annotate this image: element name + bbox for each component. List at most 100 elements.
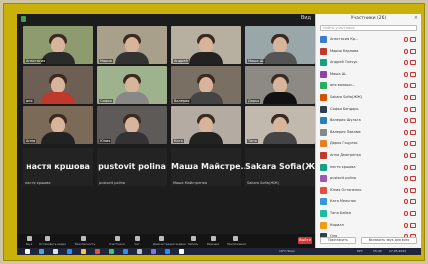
participant-row[interactable]: Валерия Шульга — [319, 115, 418, 127]
tile-label: Мария — [99, 59, 113, 63]
video-off-icon — [410, 71, 416, 77]
participant-row[interactable]: Юлия Остапенко — [319, 185, 418, 197]
participant-row[interactable]: Катя Мельник — [319, 196, 418, 208]
close-icon[interactable]: × — [414, 15, 418, 21]
participants-panel: Участники (26) × Найти участника Анастас… — [315, 14, 421, 248]
windows-taskbar: 19°C Ясно РУС 15:44 17.05.2022 — [17, 248, 421, 255]
toolbar-button[interactable]: Демонстрация экрана — [153, 236, 186, 246]
language-indicator[interactable]: РУС — [357, 249, 363, 253]
video-tile[interactable]: Валерия — [171, 66, 241, 104]
participant-name: Мария Карпова — [330, 48, 359, 53]
invite-button[interactable]: Пригласить — [320, 237, 356, 244]
video-off-icon — [410, 152, 416, 158]
taskbar-app-icon[interactable] — [179, 249, 184, 254]
taskbar-app-icon[interactable] — [67, 249, 72, 254]
taskbar-app-icon[interactable] — [53, 249, 58, 254]
muted-mic-icon — [404, 176, 408, 182]
video-tile[interactable]: Мария — [97, 26, 167, 64]
taskbar-app-icon[interactable] — [137, 249, 142, 254]
participant-row[interactable]: Дарья Гоцуляк — [319, 138, 418, 150]
tile-display-name: Маша Майстре... — [171, 162, 250, 171]
toolbar-button[interactable]: Остановить видео — [39, 236, 66, 246]
participant-row[interactable]: Мария Карпова — [319, 46, 418, 58]
participant-face — [273, 37, 287, 54]
video-off-icon — [410, 222, 416, 228]
tile-label: Софья — [99, 99, 113, 103]
video-tile[interactable]: Таня — [245, 106, 315, 144]
start-icon[interactable] — [25, 249, 30, 254]
video-tile[interactable]: Маша Ш. — [245, 26, 315, 64]
participant-row[interactable]: Sakara Sofia(ЖЖ) — [319, 92, 418, 104]
video-off-icon — [410, 141, 416, 147]
taskbar-app-icon[interactable] — [39, 249, 44, 254]
participant-row[interactable]: Маша Ш. — [319, 69, 418, 81]
participant-row[interactable]: Таня Бойко — [319, 208, 418, 220]
video-tile[interactable]: Катя — [171, 106, 241, 144]
participant-search-input[interactable]: Найти участника — [320, 25, 417, 31]
video-tile[interactable]: Анастасия — [23, 26, 93, 64]
muted-mic-icon — [404, 199, 408, 205]
participant-body — [263, 132, 297, 144]
name-only-tile[interactable]: настя кршова настя кршова — [23, 148, 93, 186]
participant-name: настя кршова — [330, 164, 356, 169]
participant-row[interactable]: Анна Дмитренко — [319, 150, 418, 162]
participant-row[interactable]: аня волоши... — [319, 80, 418, 92]
participant-row[interactable]: Кирилл — [319, 220, 418, 232]
name-only-tile[interactable]: pustovit polina pustovit polina — [97, 148, 167, 186]
taskbar-app-icon[interactable] — [165, 249, 170, 254]
taskbar-app-icon[interactable] — [151, 249, 156, 254]
participant-row[interactable]: настя кршова — [319, 162, 418, 174]
name-only-tile[interactable]: Sakara Sofia(ЖЖ) Sakara Sofia(ЖЖ) — [245, 148, 329, 186]
meeting-toolbar: Звук Остановить видео Безопасность Участник… — [17, 234, 315, 248]
muted-mic-icon — [404, 83, 408, 89]
participant-face — [51, 37, 65, 54]
participant-face — [51, 77, 65, 94]
muted-mic-icon — [404, 48, 408, 54]
participant-row[interactable]: Валерия Павлюк — [319, 127, 418, 139]
toolbar-button[interactable]: Чат — [129, 236, 145, 246]
toolbar-icon — [158, 236, 164, 241]
taskbar-app-icon[interactable] — [109, 249, 114, 254]
shield-icon[interactable] — [21, 16, 26, 22]
toolbar-button[interactable]: Реакции — [205, 236, 221, 246]
muted-mic-icon — [404, 152, 408, 158]
video-off-icon — [410, 37, 416, 42]
participant-row[interactable]: Андрей Ткачук — [319, 57, 418, 69]
participant-row[interactable]: Анастасия Кр... — [319, 34, 418, 46]
tile-label: Андрей — [173, 59, 189, 63]
meeting-topbar: Вид — [17, 14, 315, 24]
video-gallery: Вид Анастасия Мария Андрей Маша Ш. аня Софья В… — [17, 14, 329, 234]
taskbar-app-icon[interactable] — [95, 249, 100, 254]
participant-body — [189, 92, 223, 104]
taskbar-app-icon[interactable] — [123, 249, 128, 254]
video-tile[interactable]: Софья — [97, 66, 167, 104]
toolbar-button[interactable]: Запись — [185, 236, 201, 246]
participant-row[interactable]: Софья Бондарь — [319, 104, 418, 116]
toolbar-button[interactable]: Участники — [109, 236, 125, 246]
participant-row[interactable]: pustovit polina — [319, 173, 418, 185]
view-button[interactable]: Вид — [301, 15, 311, 21]
video-tile[interactable]: Андрей — [171, 26, 241, 64]
participant-name: Валерия Павлюк — [330, 129, 361, 134]
participant-body — [263, 52, 297, 64]
avatar — [320, 93, 327, 101]
video-tile[interactable]: Анна — [23, 106, 93, 144]
taskbar-app-icon[interactable] — [81, 249, 86, 254]
video-tile[interactable]: Юлия — [97, 106, 167, 144]
toolbar-button[interactable]: Безопасность — [75, 236, 95, 246]
toolbar-icon — [190, 236, 196, 241]
toolbar-button[interactable]: Приложения — [227, 236, 246, 246]
video-tile[interactable]: Дарья — [245, 66, 315, 104]
unmute-all-button[interactable]: Включить звук для всех — [361, 237, 417, 244]
video-tile[interactable]: аня — [23, 66, 93, 104]
toolbar-label: Демонстрация экрана — [153, 242, 186, 246]
toolbar-icon — [26, 236, 32, 241]
video-off-icon — [410, 94, 416, 100]
participant-face — [51, 117, 65, 134]
name-only-tile[interactable]: Маша Майстре... Маша Майстренко — [171, 148, 250, 186]
participant-name: Sakara Sofia(ЖЖ) — [330, 94, 363, 99]
toolbar-button[interactable]: Звук — [21, 236, 37, 246]
end-meeting-button[interactable]: Выйти — [298, 237, 312, 244]
participant-face — [273, 117, 287, 134]
tile-label: Sakara Sofia(ЖЖ) — [247, 181, 280, 185]
